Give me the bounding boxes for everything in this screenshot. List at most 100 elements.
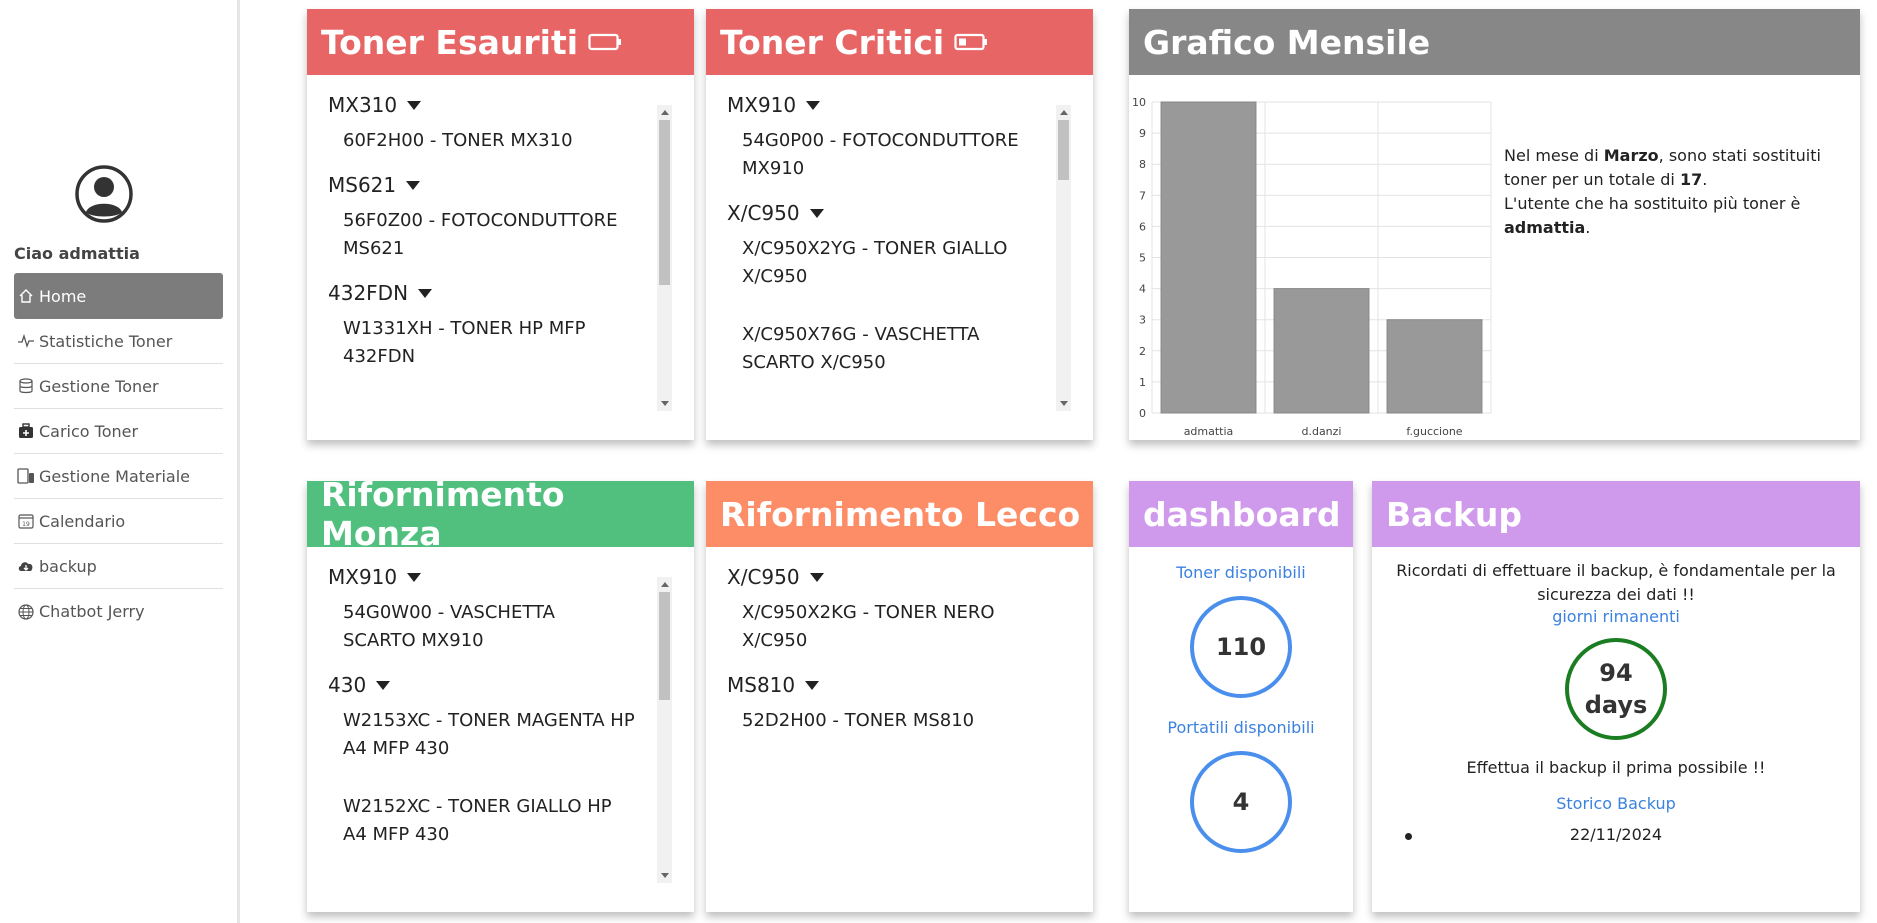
toner-critici-card: Toner Critici MX910 54G0P00 - FOTOCONDUT… — [706, 9, 1093, 440]
sidebar-item-label: Carico Toner — [39, 421, 139, 441]
sidebar-item-label: Home — [39, 286, 87, 306]
model-toggle[interactable]: MS621 — [328, 173, 694, 197]
model-toggle[interactable]: 430 — [328, 673, 694, 697]
sidebar-item-label: Calendario — [39, 511, 126, 531]
sidebar-item-gestione-materiale[interactable]: Gestione Materiale — [14, 454, 223, 499]
home-icon — [16, 287, 36, 305]
cloud-download-icon — [16, 557, 36, 575]
toner-esauriti-list[interactable]: MX310 60F2H00 - TONER MX310 MS621 56F0Z0… — [307, 75, 694, 440]
backup-history-date: 22/11/2024 — [1569, 825, 1663, 844]
backup-header: Backup — [1372, 481, 1860, 547]
toner-esauriti-card: Toner Esauriti MX310 60F2H00 - TONER MX3… — [307, 9, 694, 440]
y-tick-label: 4 — [1139, 283, 1146, 296]
summary-text: Nel mese di — [1504, 146, 1604, 165]
battery-low-icon — [954, 33, 988, 51]
toner-esauriti-title: Toner Esauriti — [321, 22, 579, 62]
devices-icon — [16, 467, 36, 485]
rifornimento-lecco-title: Rifornimento Lecco — [720, 494, 1081, 534]
list-item: 56F0Z00 - FOTOCONDUTTORE MS621 — [343, 210, 618, 259]
sidebar-item-statistiche-toner[interactable]: Statistiche Toner — [14, 319, 223, 364]
x-tick-label: d.danzi — [1301, 425, 1341, 438]
sidebar-item-home[interactable]: Home — [14, 273, 223, 319]
list-item: 54G0W00 - VASCHETTA SCARTO MX910 — [343, 602, 555, 651]
toner-critici-list[interactable]: MX910 54G0P00 - FOTOCONDUTTORE MX910 X/C… — [706, 75, 1093, 440]
scroll-up-icon[interactable] — [661, 110, 669, 115]
sidebar-item-carico-toner[interactable]: Carico Toner — [14, 409, 223, 454]
summary-text: L'utente che ha sostituito più toner è — [1504, 194, 1801, 213]
scroll-down-icon[interactable] — [661, 401, 669, 406]
scroll-down-icon[interactable] — [1060, 401, 1068, 406]
list-item: W2152XC - TONER GIALLO HP A4 MFP 430 — [343, 796, 612, 845]
list-item: W2153XC - TONER MAGENTA HP A4 MFP 430 — [343, 710, 635, 759]
storico-backup-link[interactable]: Storico Backup — [1372, 794, 1860, 813]
toner-esauriti-header: Toner Esauriti — [307, 9, 694, 75]
toner-critici-header: Toner Critici — [706, 9, 1093, 75]
scrollbar-thumb[interactable] — [1058, 120, 1069, 180]
battery-empty-icon — [588, 33, 622, 51]
rifornimento-monza-card: Rifornimento Monza MX910 54G0W00 - VASCH… — [307, 475, 694, 912]
grafico-mensile-header: Grafico Mensile — [1129, 9, 1860, 75]
days-remaining-circle: 94 days — [1565, 638, 1667, 740]
sidebar-item-label: Gestione Materiale — [39, 466, 190, 486]
globe-icon — [16, 603, 36, 621]
y-tick-label: 2 — [1139, 345, 1146, 358]
sidebar-item-backup[interactable]: backup — [14, 544, 223, 589]
caret-down-icon — [407, 100, 422, 110]
model-toggle[interactable]: MX910 — [328, 565, 694, 589]
summary-top-user: admattia — [1504, 218, 1586, 237]
x-tick-label: admattia — [1184, 425, 1234, 438]
scrollbar[interactable] — [1056, 105, 1071, 411]
portatili-disponibili-value: 4 — [1190, 751, 1292, 853]
chart-summary: Nel mese di Marzo, sono stati sostituiti… — [1504, 144, 1864, 240]
scroll-up-icon[interactable] — [1060, 110, 1068, 115]
toner-critici-title: Toner Critici — [720, 22, 945, 62]
scrollbar-thumb[interactable] — [659, 592, 670, 700]
scrollbar-thumb[interactable] — [659, 120, 670, 285]
caret-down-icon — [407, 572, 422, 582]
model-toggle[interactable]: X/C950 — [727, 201, 1093, 225]
model-toggle[interactable]: 432FDN — [328, 281, 694, 305]
caret-down-icon — [418, 288, 433, 298]
y-tick-label: 10 — [1132, 96, 1146, 109]
dashboard-header: dashboard — [1129, 481, 1353, 547]
grafico-mensile-title: Grafico Mensile — [1143, 22, 1431, 62]
list-item: 60F2H00 - TONER MX310 — [343, 130, 573, 151]
y-tick-label: 1 — [1139, 376, 1146, 389]
model-toggle[interactable]: X/C950 — [727, 565, 1093, 589]
sidebar-item-chatbot-jerry[interactable]: Chatbot Jerry — [14, 589, 223, 634]
backup-history-item: 22/11/2024 — [1372, 825, 1860, 847]
list-item: X/C950X2YG - TONER GIALLO X/C950 — [742, 238, 1008, 287]
bar-admattia — [1160, 101, 1257, 414]
sidebar-item-calendario[interactable]: 19 Calendario — [14, 499, 223, 544]
scroll-down-icon[interactable] — [661, 873, 669, 878]
sidebar-item-gestione-toner[interactable]: Gestione Toner — [14, 364, 223, 409]
greeting: Ciao admattia — [14, 244, 140, 263]
rifornimento-lecco-list[interactable]: X/C950 X/C950X2KG - TONER NERO X/C950 MS… — [706, 547, 1093, 912]
list-item: 54G0P00 - FOTOCONDUTTORE MX910 — [742, 130, 1019, 179]
toner-disponibili-label: Toner disponibili — [1176, 563, 1306, 582]
model-toggle[interactable]: MS810 — [727, 673, 1093, 697]
bar-d.danzi — [1273, 288, 1370, 414]
caret-down-icon — [805, 680, 820, 690]
list-item: X/C950X76G - VASCHETTA SCARTO X/C950 — [742, 324, 980, 373]
bar-f.guccione — [1386, 319, 1483, 414]
scrollbar[interactable] — [657, 105, 672, 411]
y-tick-label: 9 — [1139, 127, 1146, 140]
model-toggle[interactable]: MX310 — [328, 93, 694, 117]
caret-down-icon — [406, 180, 421, 190]
user-avatar-icon — [75, 165, 133, 223]
portatili-disponibili-label: Portatili disponibili — [1167, 718, 1315, 737]
giorni-rimanenti-link[interactable]: giorni rimanenti — [1372, 607, 1860, 626]
scroll-up-icon[interactable] — [661, 582, 669, 587]
grafico-mensile-card: Grafico Mensile 0 1 2 3 4 5 6 7 8 9 10 admattia d.da… — [1129, 9, 1860, 440]
caret-down-icon — [806, 100, 821, 110]
summary-month: Marzo — [1603, 146, 1659, 165]
sidebar-item-label: Gestione Toner — [39, 376, 159, 396]
caret-down-icon — [809, 208, 824, 218]
backup-reminder: Ricordati di effettuare il backup, è fon… — [1396, 561, 1836, 604]
list-item: W1331XH - TONER HP MFP 432FDN — [343, 318, 586, 367]
scrollbar[interactable] — [657, 577, 672, 883]
model-toggle[interactable]: MX910 — [727, 93, 1093, 117]
rifornimento-monza-list[interactable]: MX910 54G0W00 - VASCHETTA SCARTO MX910 4… — [307, 547, 694, 912]
bar-chart: 0 1 2 3 4 5 6 7 8 9 10 admattia d.danzi f.guccione — [1132, 96, 1492, 438]
